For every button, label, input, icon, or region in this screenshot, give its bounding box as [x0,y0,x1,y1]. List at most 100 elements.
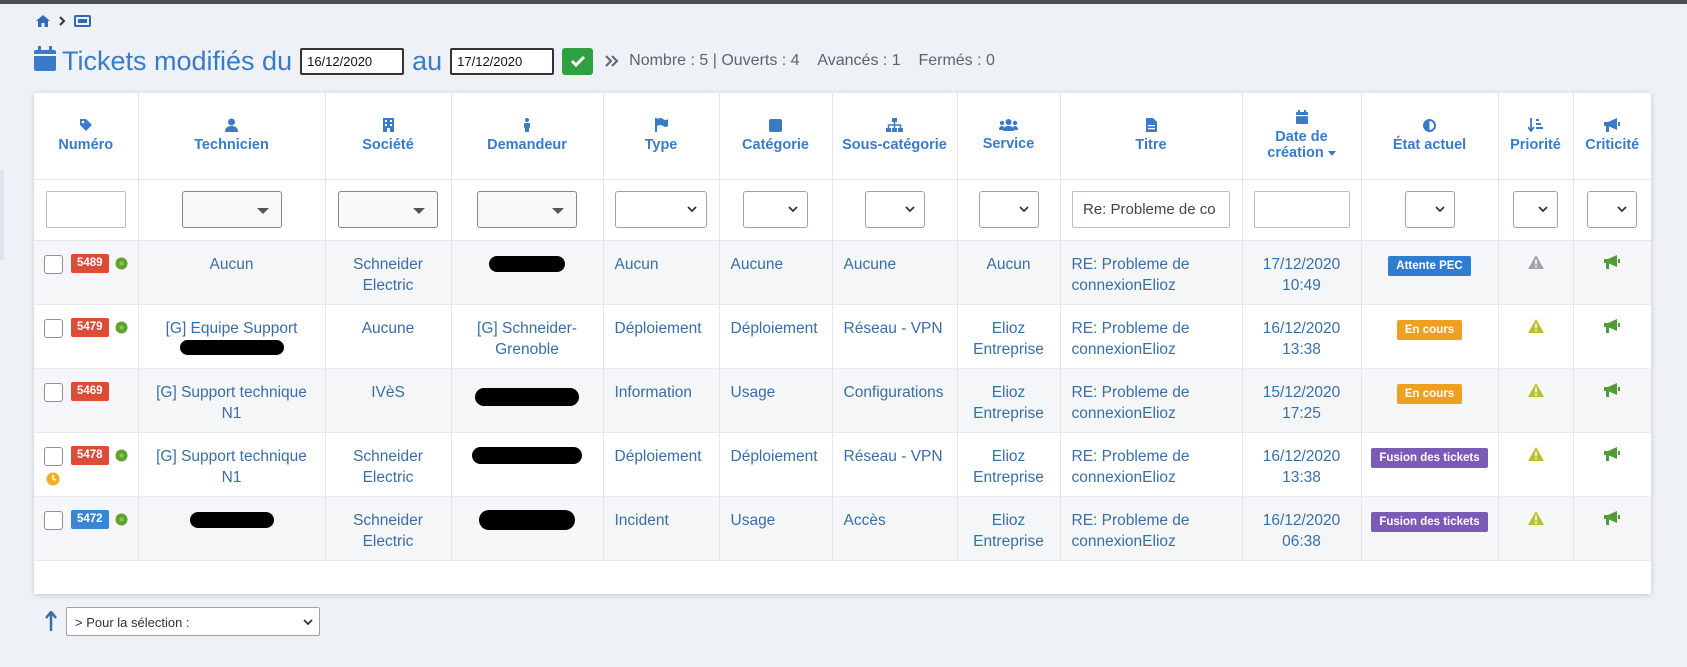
stat-avances: Avancés : 1 [817,52,901,69]
col-type[interactable]: Type [603,93,720,179]
gear-icon [115,321,128,333]
warning-icon [1527,446,1544,461]
row-checkbox[interactable] [44,446,63,466]
cell-categorie: Déploiement [719,432,833,497]
half-circle-icon [1423,118,1436,132]
row-checkbox[interactable] [44,510,63,530]
cell-criticite [1573,240,1651,305]
filter-service-select[interactable] [978,191,1039,228]
ticket-number-badge[interactable]: 5472 [71,509,109,529]
status-badge: Fusion des tickets [1371,511,1488,532]
table-row[interactable]: 5489 Aucun Schneider Electric Aucun Aucun… [34,240,1651,305]
row-checkbox[interactable] [44,382,63,402]
cell-date: 16/12/2020 13:38 [1242,432,1362,497]
ticket-number-badge[interactable]: 5479 [71,317,109,337]
redaction-mark [179,339,284,355]
table-row[interactable]: 5469 [G] Support technique N1 IVèS Inform… [34,368,1651,433]
cell-technicien: Aucun [138,240,326,305]
bullhorn-icon [1604,318,1621,333]
bullhorn-icon [1604,510,1621,525]
cell-date: 17/12/2020 10:49 [1242,240,1362,305]
filter-categorie-select[interactable] [743,191,808,228]
filter-demandeur-select[interactable] [477,191,577,228]
filter-date-input[interactable] [1253,191,1350,228]
row-checkbox[interactable] [44,254,63,274]
filter-sous-categorie-select[interactable] [864,191,925,228]
filter-numero-input[interactable] [45,191,126,228]
col-numero[interactable]: Numéro [34,93,139,179]
redaction-mark [479,509,575,530]
page-header: Tickets modifiés du au Nombre : 5 | Ouve… [34,44,995,78]
user-icon [225,118,238,133]
apply-date-button[interactable] [562,47,594,75]
stat-nombre: Nombre : 5 | Ouverts : 4 [629,52,800,69]
cell-priorite [1498,432,1574,497]
tag-icon [79,119,92,132]
home-icon[interactable] [35,14,51,28]
filter-criticite-select[interactable] [1587,191,1638,228]
row-checkbox[interactable] [44,318,63,338]
cell-sous-categorie: Réseau - VPN [832,304,958,369]
person-icon [524,118,530,133]
bulk-action-select[interactable]: > Pour la sélection : [66,607,320,636]
cell-titre[interactable]: RE: Probleme de connexionElioz [1060,240,1243,305]
cell-categorie: Usage [719,368,833,433]
double-chevron-icon [605,55,619,67]
filter-titre-input[interactable] [1072,191,1230,228]
col-etat-actuel[interactable]: État actuel [1361,93,1499,179]
col-demandeur[interactable]: Demandeur [451,93,604,179]
filter-type-select[interactable] [615,191,707,228]
col-service[interactable]: Service [957,93,1061,179]
page-title: Tickets modifiés du [62,45,293,76]
col-titre[interactable]: Titre [1060,93,1243,179]
cell-titre[interactable]: RE: Probleme de connexionElioz [1060,304,1243,369]
ticket-number-badge[interactable]: 5469 [71,381,109,401]
table-row[interactable]: 5479 [G] Equipe Support Aucune [G] Schne… [34,304,1651,369]
flag-icon [654,118,668,133]
building-icon [382,118,394,133]
filter-technicien-select[interactable] [181,191,282,228]
col-sous-categorie[interactable]: Sous-catégorie [832,93,958,179]
col-societe[interactable]: Société [325,93,452,179]
date-from-input[interactable] [300,47,405,75]
status-badge: Fusion des tickets [1371,447,1488,468]
col-categorie[interactable]: Catégorie [719,93,833,179]
cell-priorite [1498,304,1574,369]
calendar-icon [1295,110,1308,125]
cell-date: 16/12/2020 06:38 [1242,496,1362,561]
gear-icon [115,257,128,269]
cell-demandeur [451,496,604,561]
date-to-input[interactable] [450,47,555,75]
cell-technicien: [G] Support technique N1 [138,432,326,497]
ticket-icon[interactable] [74,15,91,27]
filter-priorite-select[interactable] [1513,191,1558,228]
col-date-creation[interactable]: Date de création [1242,93,1362,179]
stat-fermes: Fermés : 0 [918,52,995,69]
chevron-right-icon [59,16,66,26]
cell-service: Elioz Entreprise [957,496,1061,561]
cell-societe: Schneider Electric [325,432,452,497]
filter-societe-select[interactable] [338,191,438,228]
cell-demandeur [451,432,604,497]
bulk-actions: > Pour la sélection : [44,607,320,636]
redaction-mark [489,255,565,272]
table-row[interactable]: 5472 Schneider Electric Incident Usage Ac… [34,496,1651,561]
left-edge-marker [0,170,4,260]
table-row[interactable]: 5478 [G] Support technique N1 Schneider El… [34,432,1651,497]
cell-priorite [1498,368,1574,433]
cell-titre[interactable]: RE: Probleme de connexionElioz [1060,432,1243,497]
cell-titre[interactable]: RE: Probleme de connexionElioz [1060,368,1243,433]
cell-sous-categorie: Accès [832,496,958,561]
cell-demandeur: [G] Schneider- Grenoble [451,304,604,369]
cell-titre[interactable]: RE: Probleme de connexionElioz [1060,496,1243,561]
filter-etat-select[interactable] [1404,191,1455,228]
ticket-number-badge[interactable]: 5478 [71,446,109,465]
ticket-number-badge[interactable]: 5489 [71,253,109,273]
col-technicien[interactable]: Technicien [138,93,326,179]
col-priorite[interactable]: Priorité [1498,93,1574,179]
col-criticite[interactable]: Criticité [1573,93,1651,179]
cell-service: Elioz Entreprise [957,304,1061,369]
redaction-mark [475,387,579,406]
bullhorn-icon [1604,446,1621,461]
breadcrumb [35,14,91,28]
